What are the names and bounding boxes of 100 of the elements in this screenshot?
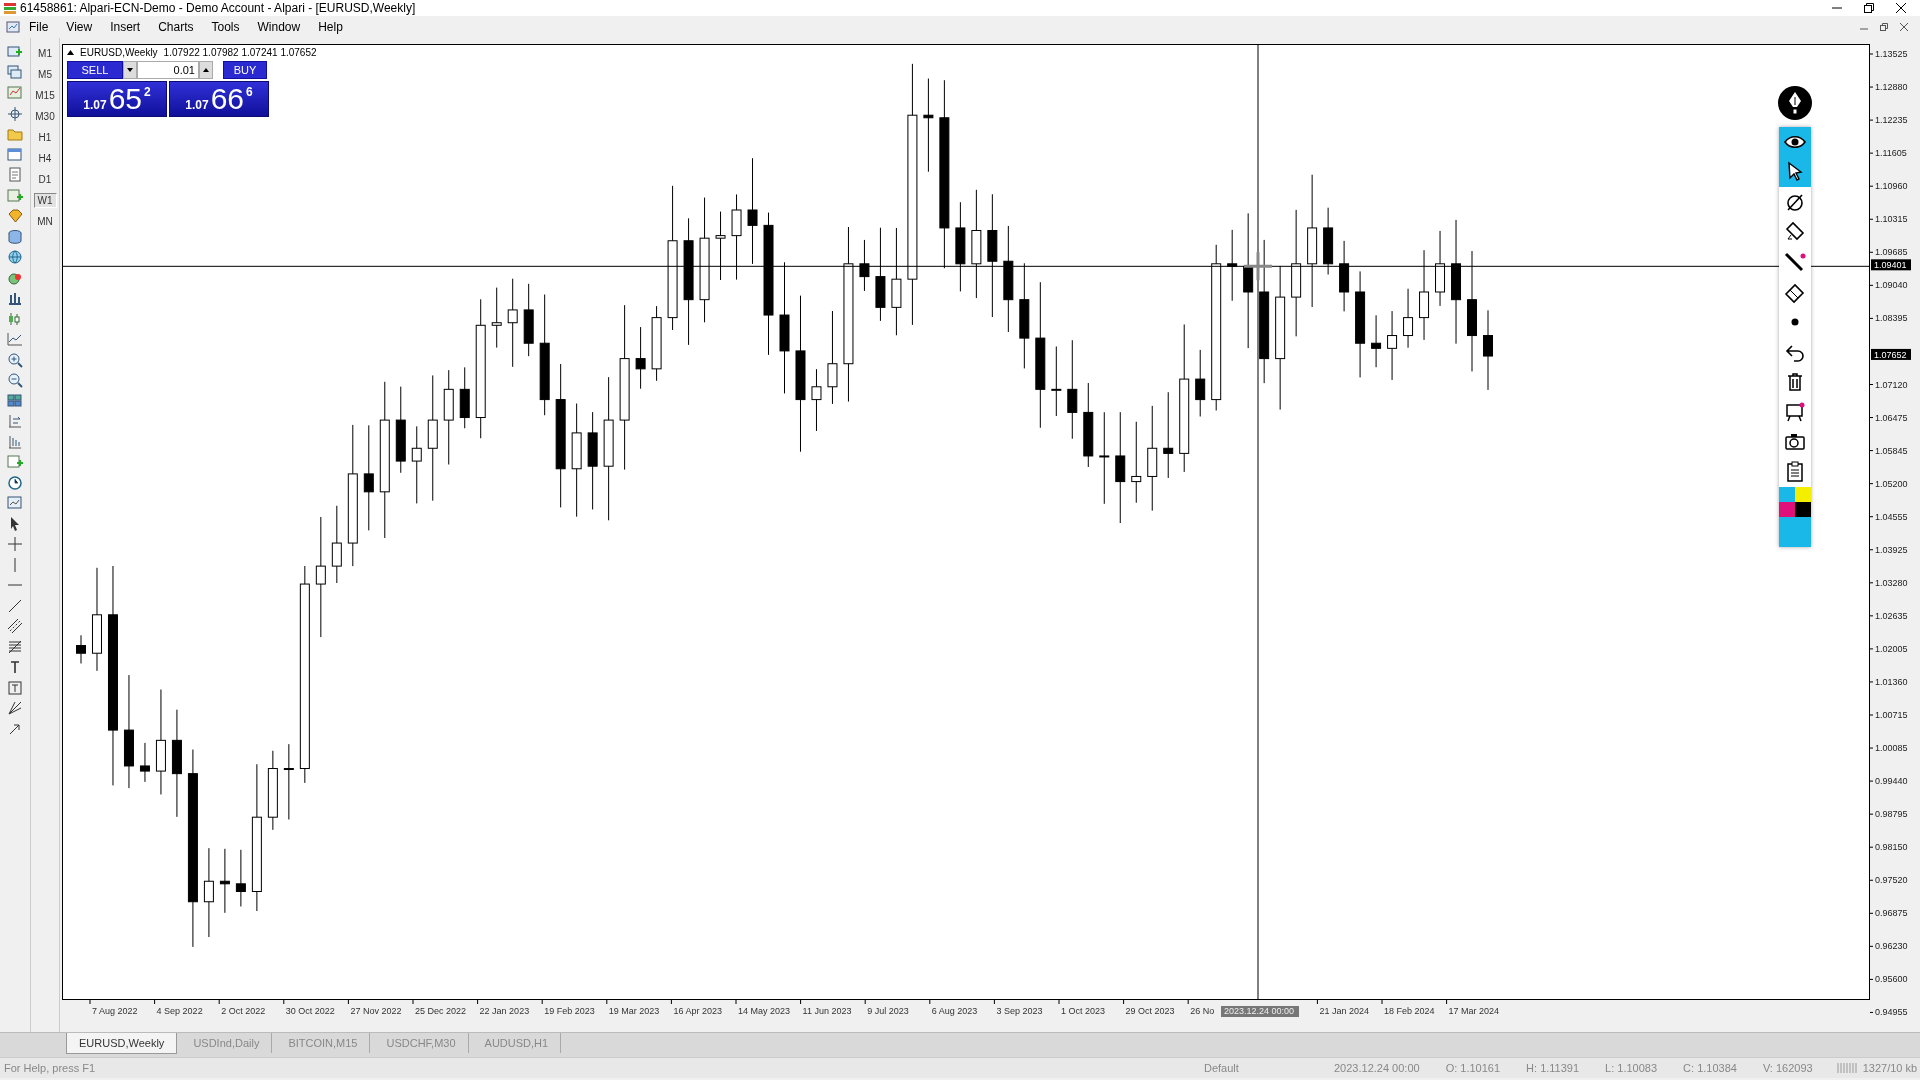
new-chart-icon[interactable]: [7, 44, 23, 60]
globe-icon[interactable]: [7, 249, 23, 265]
price-tick: 1.03280: [1869, 577, 1908, 588]
timeframe-button[interactable]: H4: [34, 151, 56, 166]
window-title: 61458861: Alpari-ECN-Demo - Demo Account - Alpari - [EURUSD,Weekly]: [20, 1, 417, 15]
color-swatch[interactable]: [1795, 502, 1811, 517]
timeframe-button[interactable]: MN: [33, 214, 57, 229]
bar-volume: V: 162093: [1762, 1062, 1813, 1074]
candles-icon[interactable]: [7, 310, 23, 327]
time-tick: 14 May 2023: [735, 1000, 791, 1016]
chart-icon[interactable]: [7, 85, 23, 101]
price-tick: 1.03925: [1869, 544, 1908, 555]
menu-item[interactable]: Insert: [101, 18, 150, 36]
document-icon[interactable]: [7, 167, 23, 183]
channel-icon[interactable]: [7, 618, 23, 634]
time-tick: 22 Jan 2023: [477, 1000, 530, 1016]
timeframe-button[interactable]: M5: [34, 67, 56, 82]
time-tick: 30 Oct 2022: [283, 1000, 335, 1016]
volume-field[interactable]: 0.01: [137, 61, 199, 79]
color-swatch[interactable]: [1779, 517, 1811, 547]
indicator-icon[interactable]: [7, 454, 23, 470]
clipboard-icon[interactable]: [1779, 457, 1811, 487]
volume-down-button[interactable]: [123, 61, 137, 79]
restore-icon[interactable]: [1864, 3, 1874, 13]
menu-item[interactable]: View: [57, 18, 102, 36]
chart-symbol: EURUSD,Weekly: [80, 47, 158, 58]
gann-icon[interactable]: [7, 700, 23, 716]
windows-icon[interactable]: [7, 64, 23, 81]
spotlight-icon[interactable]: [1779, 187, 1811, 217]
color-swatch[interactable]: [1779, 502, 1795, 517]
candle: [491, 287, 502, 349]
add-chart-icon[interactable]: [7, 187, 23, 204]
gem-icon[interactable]: [7, 208, 23, 224]
price-tick: 0.98795: [1869, 809, 1908, 820]
database-icon[interactable]: [7, 228, 23, 245]
help-text: For Help, press F1: [4, 1062, 97, 1074]
chart-window-icon[interactable]: [6, 20, 20, 34]
timeframe-button[interactable]: W1: [33, 193, 57, 208]
time-tick: 19 Mar 2023: [606, 1000, 660, 1016]
line-chart-icon[interactable]: [7, 331, 23, 347]
sell-button[interactable]: SELL: [67, 61, 123, 79]
timeframe-button[interactable]: D1: [34, 172, 56, 187]
zoom-out-icon[interactable]: [7, 372, 23, 388]
color-swatch[interactable]: [1795, 487, 1811, 502]
clock-icon[interactable]: [7, 474, 23, 491]
pointer-icon[interactable]: [1779, 157, 1811, 187]
menu-item[interactable]: Tools: [202, 18, 249, 36]
time-tick: 19 Feb 2023: [541, 1000, 595, 1016]
close-icon[interactable]: [1900, 23, 1908, 31]
crosshair-cursor-icon: [1242, 250, 1274, 282]
time-tick: 18 Feb 2024: [1381, 1000, 1435, 1016]
window-icon[interactable]: [7, 146, 23, 163]
move-icon[interactable]: [7, 105, 23, 122]
trendline-icon[interactable]: [7, 597, 23, 614]
zoom-in-icon[interactable]: [7, 351, 23, 368]
candle: [715, 211, 726, 281]
candle: [1195, 349, 1206, 417]
folder-icon[interactable]: [7, 126, 23, 142]
time-tick: 3 Sep 2023: [993, 1000, 1043, 1016]
price-tick: 1.04555: [1869, 511, 1908, 522]
price-tick: 1.09040: [1869, 280, 1908, 291]
chart-tab[interactable]: EURUSD,Weekly: [66, 1033, 178, 1054]
price-tick: 1.02005: [1869, 643, 1908, 654]
volume-up-button[interactable]: [199, 61, 213, 79]
pen-logo-icon[interactable]: [1777, 85, 1813, 121]
candle: [1051, 346, 1062, 417]
fibonacci-icon[interactable]: [7, 638, 23, 655]
time-tick: 11 Jun 2023: [800, 1000, 852, 1016]
label-icon[interactable]: [7, 679, 23, 696]
menu-item[interactable]: File: [20, 18, 58, 36]
timeframe-button[interactable]: M15: [31, 88, 59, 103]
bar-chart-icon[interactable]: [7, 290, 23, 306]
chart-ohlc: 1.07922 1.07982 1.07241 1.07652: [163, 47, 317, 58]
eye-icon[interactable]: [1779, 127, 1811, 157]
price-tick: 0.96230: [1869, 941, 1908, 952]
crosshair-icon[interactable]: [7, 536, 23, 552]
price-tick: 1.05845: [1869, 445, 1908, 456]
tile-icon[interactable]: [7, 392, 23, 409]
collapse-icon[interactable]: [67, 50, 74, 55]
price-tick: 0.96875: [1869, 908, 1908, 919]
time-tick: 9 Jul 2023: [864, 1000, 909, 1016]
bid-price-tag: 1.07652: [1871, 348, 1911, 360]
buy-button[interactable]: BUY: [223, 61, 267, 79]
template-icon[interactable]: [7, 495, 23, 511]
caret-down-icon: [127, 68, 133, 72]
menu-item[interactable]: Window: [248, 18, 310, 36]
price-tick: 1.11605: [1869, 148, 1907, 159]
app-icon: [4, 2, 16, 14]
menu-item[interactable]: Help: [309, 18, 352, 36]
color-swatch[interactable]: [1779, 487, 1795, 502]
menu-item[interactable]: Charts: [149, 18, 203, 36]
bar-time: 2023.12.24 00:00: [1334, 1062, 1420, 1074]
timeframe-button[interactable]: M30: [31, 109, 59, 124]
price-tick: 1.12235: [1869, 115, 1908, 126]
time-tick: 2 Oct 2022: [218, 1000, 266, 1016]
close-icon[interactable]: [1896, 3, 1906, 13]
candle: [219, 848, 230, 914]
timeframe-button[interactable]: H1: [34, 130, 56, 145]
restore-icon[interactable]: [1880, 23, 1888, 31]
timeframe-button[interactable]: M1: [34, 46, 56, 61]
